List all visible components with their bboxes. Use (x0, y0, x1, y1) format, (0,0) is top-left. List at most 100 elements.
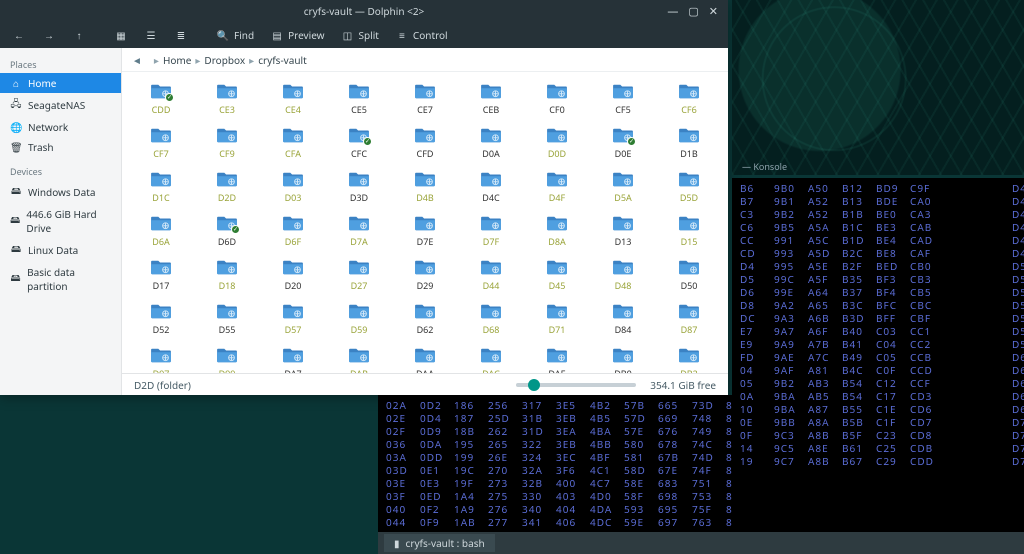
folder-item[interactable]: D03 (260, 168, 326, 208)
folder-item[interactable]: D7F (458, 212, 524, 252)
crumb-vault[interactable]: cryfs-vault (258, 53, 307, 67)
up-button[interactable]: ↑ (66, 26, 92, 44)
folder-item[interactable]: CE7 (392, 80, 458, 120)
folder-item[interactable]: D68 (458, 300, 524, 340)
zoom-slider[interactable] (516, 383, 636, 387)
folder-item[interactable]: D29 (392, 256, 458, 296)
folder-item[interactable]: D13 (590, 212, 656, 252)
sidebar-item[interactable]: 🗑Trash (0, 137, 121, 157)
folder-item[interactable]: D15 (656, 212, 722, 252)
folder-item[interactable]: CEB (458, 80, 524, 120)
folder-item[interactable]: D6F (260, 212, 326, 252)
preview-button[interactable]: ▤Preview (264, 26, 330, 44)
folder-item[interactable]: D6A (128, 212, 194, 252)
folder-item[interactable]: DB0 (590, 344, 656, 373)
folder-item[interactable]: DA7 (260, 344, 326, 373)
folder-item[interactable]: D0A (458, 124, 524, 164)
back-button[interactable]: ← (6, 26, 32, 44)
sidebar-item[interactable]: 🖴Basic data partition (0, 262, 121, 296)
folder-item[interactable]: D97 (128, 344, 194, 373)
find-button[interactable]: 🔍Find (210, 26, 260, 44)
folder-item[interactable]: D59 (326, 300, 392, 340)
folder-item[interactable]: D57 (260, 300, 326, 340)
icon-view[interactable]: CDDCE3CE4CE5CE7CEB CF0 CF5CF6 CF7CF9CFACFCC… (122, 72, 728, 373)
forward-button[interactable]: → (36, 26, 62, 44)
folder-item[interactable]: DB2 (656, 344, 722, 373)
folder-item[interactable]: D87 (656, 300, 722, 340)
folder-label: CF0 (549, 103, 565, 116)
view-details-button[interactable]: ≣ (168, 26, 194, 44)
folder-item[interactable]: D4B (392, 168, 458, 208)
folder-item[interactable]: D3D (326, 168, 392, 208)
folder-item[interactable]: D84 (590, 300, 656, 340)
folder-item[interactable]: CF0 (524, 80, 590, 120)
folder-item[interactable]: DAC (458, 344, 524, 373)
control-button[interactable]: ≡Control (389, 26, 454, 44)
folder-item[interactable]: D1C (128, 168, 194, 208)
maximize-button[interactable]: ▢ (688, 4, 698, 19)
minimize-button[interactable]: — (667, 4, 678, 19)
folder-label: D59 (351, 323, 368, 336)
folder-item[interactable]: D44 (458, 256, 524, 296)
folder-item[interactable]: D52 (128, 300, 194, 340)
sidebar-item[interactable]: 🖧SeagateNAS (0, 93, 121, 117)
folder-item[interactable]: D4F (524, 168, 590, 208)
folder-item[interactable]: CFD (392, 124, 458, 164)
folder-item[interactable]: D48 (590, 256, 656, 296)
folder-item[interactable]: D71 (524, 300, 590, 340)
folder-icon (612, 170, 634, 188)
zoom-knob[interactable] (528, 379, 540, 391)
folder-item[interactable]: CF5 (590, 80, 656, 120)
folder-item[interactable]: D8A (524, 212, 590, 252)
folder-item[interactable]: D7A (326, 212, 392, 252)
sidebar-item[interactable]: ⌂Home (0, 73, 121, 93)
folder-item[interactable]: D27 (326, 256, 392, 296)
folder-item[interactable]: D1B (656, 124, 722, 164)
folder-item[interactable]: DAA (392, 344, 458, 373)
crumb-dropbox[interactable]: Dropbox (204, 53, 245, 67)
folder-item[interactable]: CE3 (194, 80, 260, 120)
split-button[interactable]: ◫Split (335, 26, 385, 44)
taskbar-tab[interactable]: ▮ cryfs-vault : bash (384, 534, 495, 552)
folder-item[interactable]: D18 (194, 256, 260, 296)
folder-item[interactable]: CF6 (656, 80, 722, 120)
folder-item[interactable]: D20 (260, 256, 326, 296)
title-bar[interactable]: cryfs-vault — Dolphin <2> — ▢ ✕ (0, 0, 728, 22)
close-button[interactable]: ✕ (709, 4, 718, 19)
sidebar-item[interactable]: 🖴446.6 GiB Hard Drive (0, 204, 121, 238)
folder-item[interactable]: DAB (326, 344, 392, 373)
folder-item[interactable]: D5A (590, 168, 656, 208)
folder-item[interactable]: CE4 (260, 80, 326, 120)
folder-item[interactable]: DAE (524, 344, 590, 373)
folder-item[interactable]: CE5 (326, 80, 392, 120)
folder-item[interactable]: CF7 (128, 124, 194, 164)
folder-item[interactable]: CFC (326, 124, 392, 164)
folder-item[interactable]: D45 (524, 256, 590, 296)
folder-item[interactable]: D99 (194, 344, 260, 373)
folder-item[interactable]: CDD (128, 80, 194, 120)
folder-item[interactable]: D6D (194, 212, 260, 252)
folder-item[interactable]: D7E (392, 212, 458, 252)
taskbar[interactable]: ▮ cryfs-vault : bash (378, 532, 1024, 554)
sidebar-item[interactable]: 🖴Linux Data (0, 238, 121, 262)
folder-item[interactable]: D17 (128, 256, 194, 296)
folder-item[interactable]: D2D (194, 168, 260, 208)
konsole-window[interactable]: — Konsole (732, 0, 1024, 175)
crumb-home[interactable]: Home (163, 53, 191, 67)
folder-item[interactable]: D0E (590, 124, 656, 164)
terminal-bottom[interactable]: 02A0D21862563173E54B257B66573D81F02E0D41… (378, 395, 732, 532)
sidebar-item[interactable]: 🖴Windows Data (0, 180, 121, 204)
folder-item[interactable]: D4C (458, 168, 524, 208)
folder-item[interactable]: D62 (392, 300, 458, 340)
sidebar-item[interactable]: 🌐Network (0, 117, 121, 137)
breadcrumb-back-icon[interactable]: ◄ (132, 53, 142, 67)
terminal-right[interactable]: B69B0A50B12BD9C9FD44DF3B79B1A52B13BDECA0… (732, 178, 1024, 532)
folder-item[interactable]: D50 (656, 256, 722, 296)
view-icons-button[interactable]: ▦ (108, 26, 134, 44)
folder-item[interactable]: CFA (260, 124, 326, 164)
folder-item[interactable]: CF9 (194, 124, 260, 164)
folder-item[interactable]: D5D (656, 168, 722, 208)
folder-item[interactable]: D55 (194, 300, 260, 340)
view-compact-button[interactable]: ☰ (138, 26, 164, 44)
folder-item[interactable]: D0D (524, 124, 590, 164)
